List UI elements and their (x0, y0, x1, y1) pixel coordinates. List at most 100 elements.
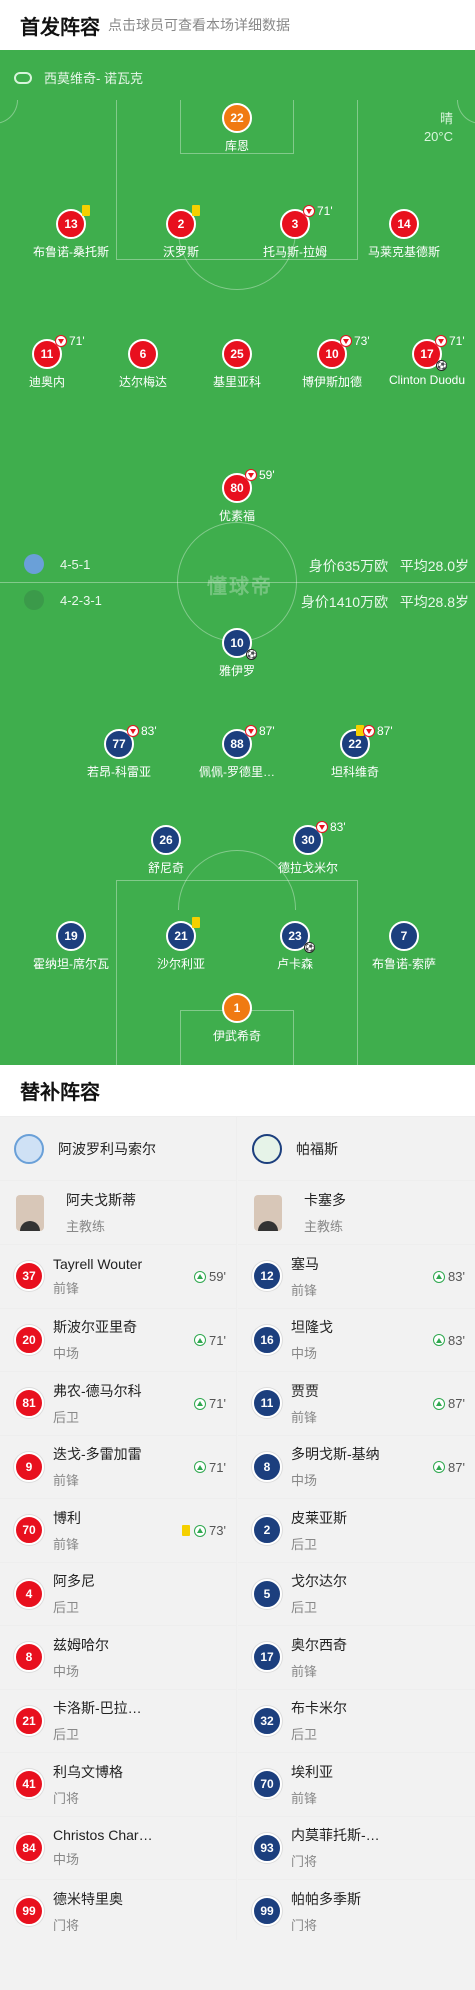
away-subs-list: 12 塞马 前锋 83' 16 坦隆戈 中场 83' 11 贾贾 前锋 87' 8 多明戈斯-基纳 中场 87… (238, 1245, 475, 1944)
sub-in-minute: 83' (448, 1269, 465, 1284)
sub-minute: 83' (141, 724, 157, 738)
sub-player-number: 11 (252, 1388, 282, 1419)
page-title: 首发阵容 (20, 16, 100, 39)
yellow-card-icon (192, 917, 200, 928)
weather-temperature: 20°C (423, 129, 453, 144)
sub-player-name: 德米特里奥 (53, 1890, 123, 1907)
yellow-card-icon (192, 205, 200, 216)
sub-player-name: 皮莱亚斯 (291, 1509, 347, 1526)
sub-player-name: 利乌文博格 (53, 1763, 123, 1780)
sub-player-position: 后卫 (53, 1409, 80, 1425)
home-subs-column: 阿波罗利马索尔 阿夫戈斯蒂 主教练 37 Tayrell Wouter 前锋 59' 2… (0, 1117, 237, 1944)
player-name: 沃罗斯 (162, 245, 199, 259)
sub-out-icon (245, 469, 257, 481)
sub-player-row[interactable]: 21 卡洛斯-巴拉… 后卫 (0, 1690, 236, 1753)
home-team-badge-icon (24, 554, 44, 574)
away-team-logo-icon (252, 1133, 282, 1164)
sub-out-icon (435, 335, 447, 347)
sub-player-position: 后卫 (53, 1727, 80, 1743)
sub-player-row[interactable]: 16 坦隆戈 中场 83' (238, 1309, 475, 1372)
sub-player-row[interactable]: 9 迭戈-多雷加雷 前锋 71' (0, 1436, 236, 1499)
sub-player-row[interactable]: 41 利乌文博格 门将 (0, 1753, 236, 1817)
sub-player-position: 前锋 (53, 1473, 80, 1489)
away-team-value: 身价1410万欧 平均28.8岁 (301, 592, 469, 612)
player-name: 布鲁诺-索萨 (372, 957, 436, 971)
sub-player-row[interactable]: 32 布卡米尔 后卫 (238, 1690, 475, 1753)
sub-player-position: 后卫 (53, 1600, 80, 1616)
sub-player-number: 70 (14, 1515, 44, 1546)
sub-player-row[interactable]: 70 埃利亚 前锋 (238, 1753, 475, 1817)
sub-player-position: 前锋 (291, 1663, 318, 1679)
page-subtitle: 点击球员可查看本场详细数据 (108, 17, 290, 33)
sub-player-number: 12 (252, 1261, 282, 1292)
sub-player-row[interactable]: 17 奥尔西奇 前锋 (238, 1626, 475, 1690)
goal-ball-icon: ⚽ (304, 942, 315, 953)
sub-player-number: 99 (14, 1896, 44, 1927)
sub-player-number: 8 (14, 1642, 44, 1673)
sub-minute: 87' (259, 724, 275, 738)
sub-player-row[interactable]: 11 贾贾 前锋 87' (238, 1372, 475, 1436)
sub-player-name: Tayrell Wouter (53, 1255, 143, 1272)
sub-in-icon (194, 1270, 207, 1283)
sub-player-row[interactable]: 12 塞马 前锋 83' (238, 1245, 475, 1309)
sub-out-icon (303, 205, 315, 217)
sub-in-icon (433, 1461, 446, 1473)
home-avg-age: 平均28.0岁 (399, 558, 469, 574)
sub-player-name: 奥尔西奇 (291, 1636, 347, 1653)
sub-player-name: 坦隆戈 (291, 1319, 333, 1336)
sub-player-row[interactable]: 20 斯波尔亚里奇 中场 71' (0, 1309, 236, 1372)
sub-in-minute: 83' (448, 1332, 465, 1348)
away-value: 身价1410万欧 (300, 594, 389, 610)
sub-player-row[interactable]: 37 Tayrell Wouter 前锋 59' (0, 1245, 236, 1309)
sub-player-row[interactable]: 8 多明戈斯-基纳 中场 87' (238, 1436, 475, 1499)
player-name: 佩佩-罗德里… (199, 765, 275, 779)
sub-player-row[interactable]: 8 兹姆哈尔 中场 (0, 1626, 236, 1690)
sub-in: 59' (194, 1269, 226, 1284)
sub-minute: 71' (449, 334, 465, 348)
sub-player-row[interactable]: 70 博利 前锋 73' (0, 1499, 236, 1563)
sub-player-number: 37 (14, 1261, 44, 1292)
sub-player-row[interactable]: 99 帕帕多季斯 门将 (238, 1880, 475, 1944)
sub-minute: 83' (330, 820, 346, 834)
sub-player-name: 布卡米尔 (291, 1700, 347, 1717)
sub-in-minute: 71' (209, 1332, 226, 1348)
sub-player-position: 中场 (53, 1852, 80, 1868)
away-team-header[interactable]: 帕福斯 (238, 1117, 475, 1181)
home-team-summary: 4-5-1 (24, 554, 90, 574)
home-subs-list: 37 Tayrell Wouter 前锋 59' 20 斯波尔亚里奇 中场 71' 81 弗农-德… (0, 1245, 236, 1944)
sub-player-row[interactable]: 93 内莫菲托斯-… 门将 (238, 1817, 475, 1880)
sub-player-row[interactable]: 4 阿多尼 后卫 (0, 1563, 236, 1626)
player-name: 雅伊罗 (218, 664, 255, 678)
sub-player-row[interactable]: 81 弗农-德马尔科 后卫 71' (0, 1372, 236, 1436)
sub-in-minute: 87' (448, 1459, 465, 1475)
sub-player-position: 门将 (53, 1790, 80, 1806)
sub-player-number: 8 (252, 1451, 282, 1482)
sub-in-icon (433, 1334, 446, 1346)
player-number: 26 (151, 825, 181, 855)
sub-out-icon (55, 335, 67, 347)
coach-avatar (254, 1194, 282, 1231)
away-team-summary: 4-2-3-1 (24, 590, 102, 610)
sub-player-row[interactable]: 84 Christos Char… 中场 (0, 1817, 236, 1880)
sub-player-row[interactable]: 2 皮莱亚斯 后卫 (238, 1499, 475, 1563)
player-number: 6 (128, 339, 158, 369)
home-team-header[interactable]: 阿波罗利马索尔 (0, 1117, 236, 1181)
sub-player-position: 前锋 (291, 1409, 318, 1425)
yellow-card-icon (182, 1525, 191, 1536)
sub-player-row[interactable]: 5 戈尔达尔 后卫 (238, 1563, 475, 1626)
sub-player-row[interactable]: 99 德米特里奥 门将 (0, 1880, 236, 1944)
sub-in: 83' (433, 1333, 465, 1348)
lineup-header: 首发阵容 点击球员可查看本场详细数据 (0, 0, 475, 50)
sub-in-minute: 59' (209, 1269, 226, 1284)
sub-out-icon (363, 725, 375, 737)
sub-player-number: 84 (14, 1832, 44, 1863)
player-name: 库恩 (224, 139, 249, 153)
home-coach[interactable]: 阿夫戈斯蒂 主教练 (0, 1181, 236, 1245)
weather-condition: 晴 (439, 111, 453, 126)
away-coach[interactable]: 卡塞多 主教练 (238, 1181, 475, 1245)
sub-minute: 71' (317, 204, 333, 218)
player-number: 14 (389, 209, 419, 239)
player-name: 舒尼奇 (147, 861, 184, 875)
sub-player-name: 戈尔达尔 (291, 1573, 347, 1590)
sub-player-name: 兹姆哈尔 (53, 1636, 109, 1653)
